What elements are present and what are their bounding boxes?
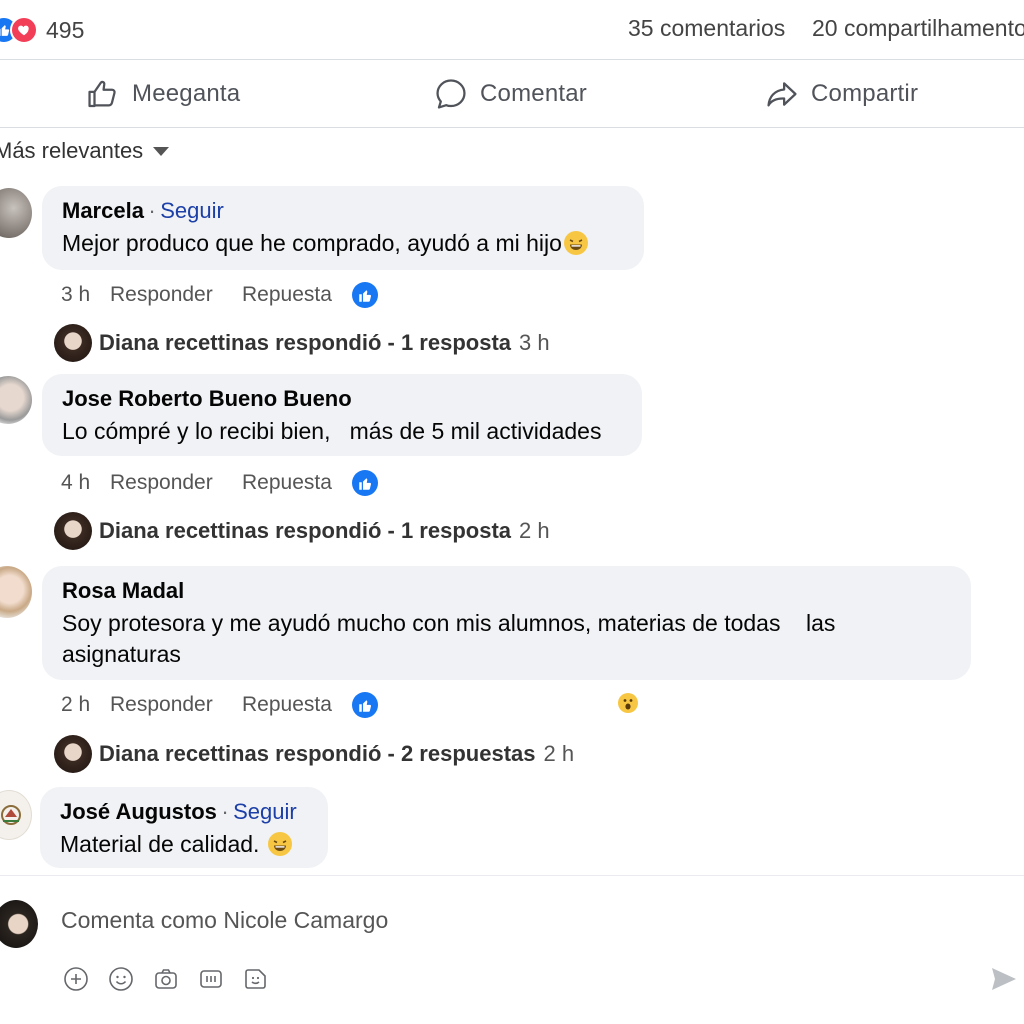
reactions-summary[interactable]: 495 (0, 10, 84, 50)
follow-link[interactable]: Seguir (160, 198, 224, 223)
reply-button[interactable]: Responder (110, 283, 242, 307)
replies-summary: Diana recettinas respondió - 1 resposta (99, 330, 512, 355)
reply-avatar (54, 324, 92, 362)
comment-author[interactable]: José Augustos (60, 799, 217, 824)
comment-time[interactable]: 2 h (61, 693, 110, 717)
replies-time: 2 h (543, 741, 575, 766)
comment-bubble: Rosa Madal Soy protesora y me ayudó much… (42, 566, 971, 680)
sort-dropdown[interactable]: Más relevantes (0, 138, 170, 164)
answer-button[interactable]: Repuesta (242, 283, 352, 307)
caret-down-icon (153, 146, 170, 156)
send-icon[interactable] (990, 965, 1018, 993)
comment-bubble: Jose Roberto Bueno Bueno Lo cómpré y lo … (42, 374, 642, 456)
divider (0, 59, 1024, 60)
reply-avatar (54, 512, 92, 550)
reply-button[interactable]: Responder (110, 471, 242, 495)
replies-summary: Diana recettinas respondió - 2 respuesta… (99, 741, 536, 766)
like-badge-icon (352, 470, 378, 496)
replies-time: 2 h (519, 518, 550, 543)
grinning-emoji-icon (563, 231, 588, 255)
comment-author[interactable]: Rosa Madal (62, 578, 184, 603)
replies-link[interactable]: Diana recettinas respondió - 1 resposta … (54, 512, 550, 550)
answer-button[interactable]: Repuesta (242, 693, 352, 717)
emoji-icon[interactable] (108, 966, 134, 992)
comment-bubble: José Augustos · Seguir Material de calid… (40, 787, 328, 868)
plus-circle-icon[interactable] (63, 966, 89, 992)
camera-icon[interactable] (153, 966, 179, 992)
comment-author[interactable]: Marcela (62, 198, 144, 223)
separator-dot: · (148, 198, 156, 223)
love-reaction-icon (10, 16, 38, 44)
comment-text-row: Material de calidad. (60, 829, 308, 860)
share-button[interactable]: Compartir (765, 74, 918, 114)
comment-input[interactable]: Comenta como Nicole Camargo (61, 907, 388, 934)
sort-label: Más relevantes (0, 138, 144, 163)
reaction-count: 495 (46, 16, 85, 43)
comment-text-row: Mejor produco que he comprado, ayudó a m… (62, 228, 624, 259)
share-label: Compartir (811, 80, 919, 107)
sticker-icon[interactable] (243, 966, 269, 992)
comment-meta: 3 h Responder Repuesta (61, 281, 378, 309)
comment-time[interactable]: 3 h (61, 283, 110, 307)
shares-count[interactable]: 20 compartilhamentos (812, 15, 1024, 42)
reply-button[interactable]: Responder (110, 693, 242, 717)
answer-button[interactable]: Repuesta (242, 471, 352, 495)
avatar[interactable] (0, 188, 32, 238)
avatar[interactable] (0, 566, 32, 618)
comment-text: Mejor produco que he comprado, ayudó a m… (62, 230, 562, 256)
replies-link[interactable]: Diana recettinas respondió - 1 resposta … (54, 324, 550, 362)
emblem-icon (1, 805, 21, 825)
comment-bubble-icon (436, 79, 466, 109)
divider (0, 875, 1024, 876)
avatar[interactable] (0, 376, 32, 424)
comment-bubble: Marcela · Seguir Mejor produco que he co… (42, 186, 644, 270)
reply-avatar (54, 735, 92, 773)
share-arrow-icon (767, 82, 797, 107)
gif-icon[interactable] (198, 966, 224, 992)
thumbs-up-icon (88, 80, 116, 108)
like-badge-icon (352, 282, 378, 308)
replies-link[interactable]: Diana recettinas respondió - 2 respuesta… (54, 735, 574, 773)
like-label: Meeganta (132, 80, 241, 107)
divider (0, 127, 1024, 128)
like-button[interactable]: Meeganta (86, 74, 240, 114)
replies-summary: Diana recettinas respondió - 1 resposta (99, 518, 512, 543)
comment-text: Material de calidad. (60, 831, 260, 857)
comment-text: Soy protesora y me ayudó mucho con mis a… (62, 610, 842, 667)
comments-count[interactable]: 35 comentarios (628, 15, 785, 42)
wow-reaction-icon[interactable] (618, 693, 638, 713)
separator-dot: · (221, 799, 229, 824)
like-badge-icon (352, 692, 378, 718)
comment-time[interactable]: 4 h (61, 471, 110, 495)
comment-meta: 2 h Responder Repuesta (61, 691, 378, 719)
grinning-emoji-icon (267, 832, 292, 856)
user-avatar[interactable] (0, 900, 38, 948)
comment-author[interactable]: Jose Roberto Bueno Bueno (62, 386, 352, 411)
comment-meta: 4 h Responder Repuesta (61, 469, 378, 497)
comment-button[interactable]: Comentar (434, 74, 587, 114)
avatar[interactable] (0, 790, 32, 840)
follow-link[interactable]: Seguir (233, 799, 297, 824)
comment-text: Lo cómpré y lo recibi bien, más de 5 mil… (62, 418, 602, 444)
replies-time: 3 h (519, 330, 550, 355)
comment-label: Comentar (480, 80, 587, 107)
